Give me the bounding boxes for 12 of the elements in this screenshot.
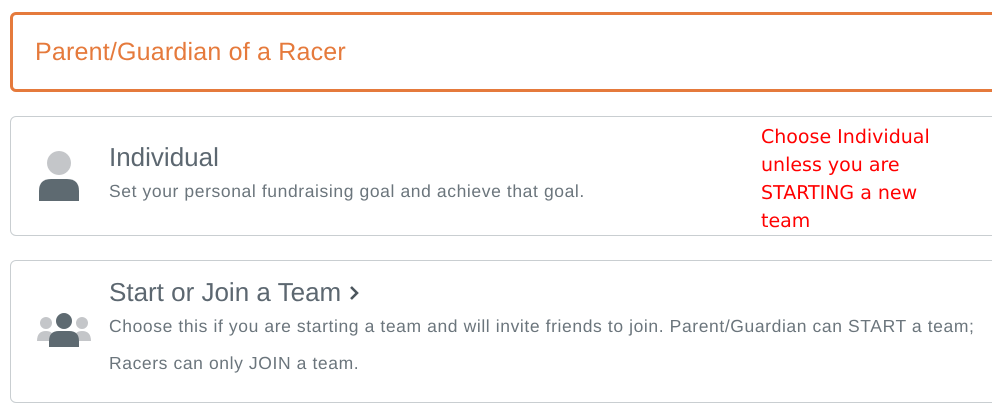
option-card[interactable]: Individual Set your personal fundraising goal and achieve that goal. Choose Individual unless you are STARTING a new team <box>10 116 992 236</box>
group-icon <box>37 312 91 346</box>
option-title: Start or Join a Team <box>109 277 342 308</box>
option-title: Individual <box>109 142 219 173</box>
chevron-right-icon <box>349 284 360 300</box>
annotation-note: Choose Individual unless you are STARTING a new team <box>761 125 931 234</box>
option-card[interactable]: Parent/Guardian of a Racer <box>10 12 992 92</box>
option-card[interactable]: Start or Join a Team Choose this if you are starting a team and will invite friends to join. Parent/Guardian can START a team; Racers can only JOIN a team. <box>10 260 992 403</box>
option-description: Choose this if you are starting a team and will invite friends to join. Parent/Guardian can START a team; Racers can only JOIN a team. <box>109 315 975 375</box>
person-icon <box>37 151 81 201</box>
option-title: Parent/Guardian of a Racer <box>35 38 346 66</box>
option-description: Set your personal fundraising goal and achieve that goal. <box>109 180 585 203</box>
